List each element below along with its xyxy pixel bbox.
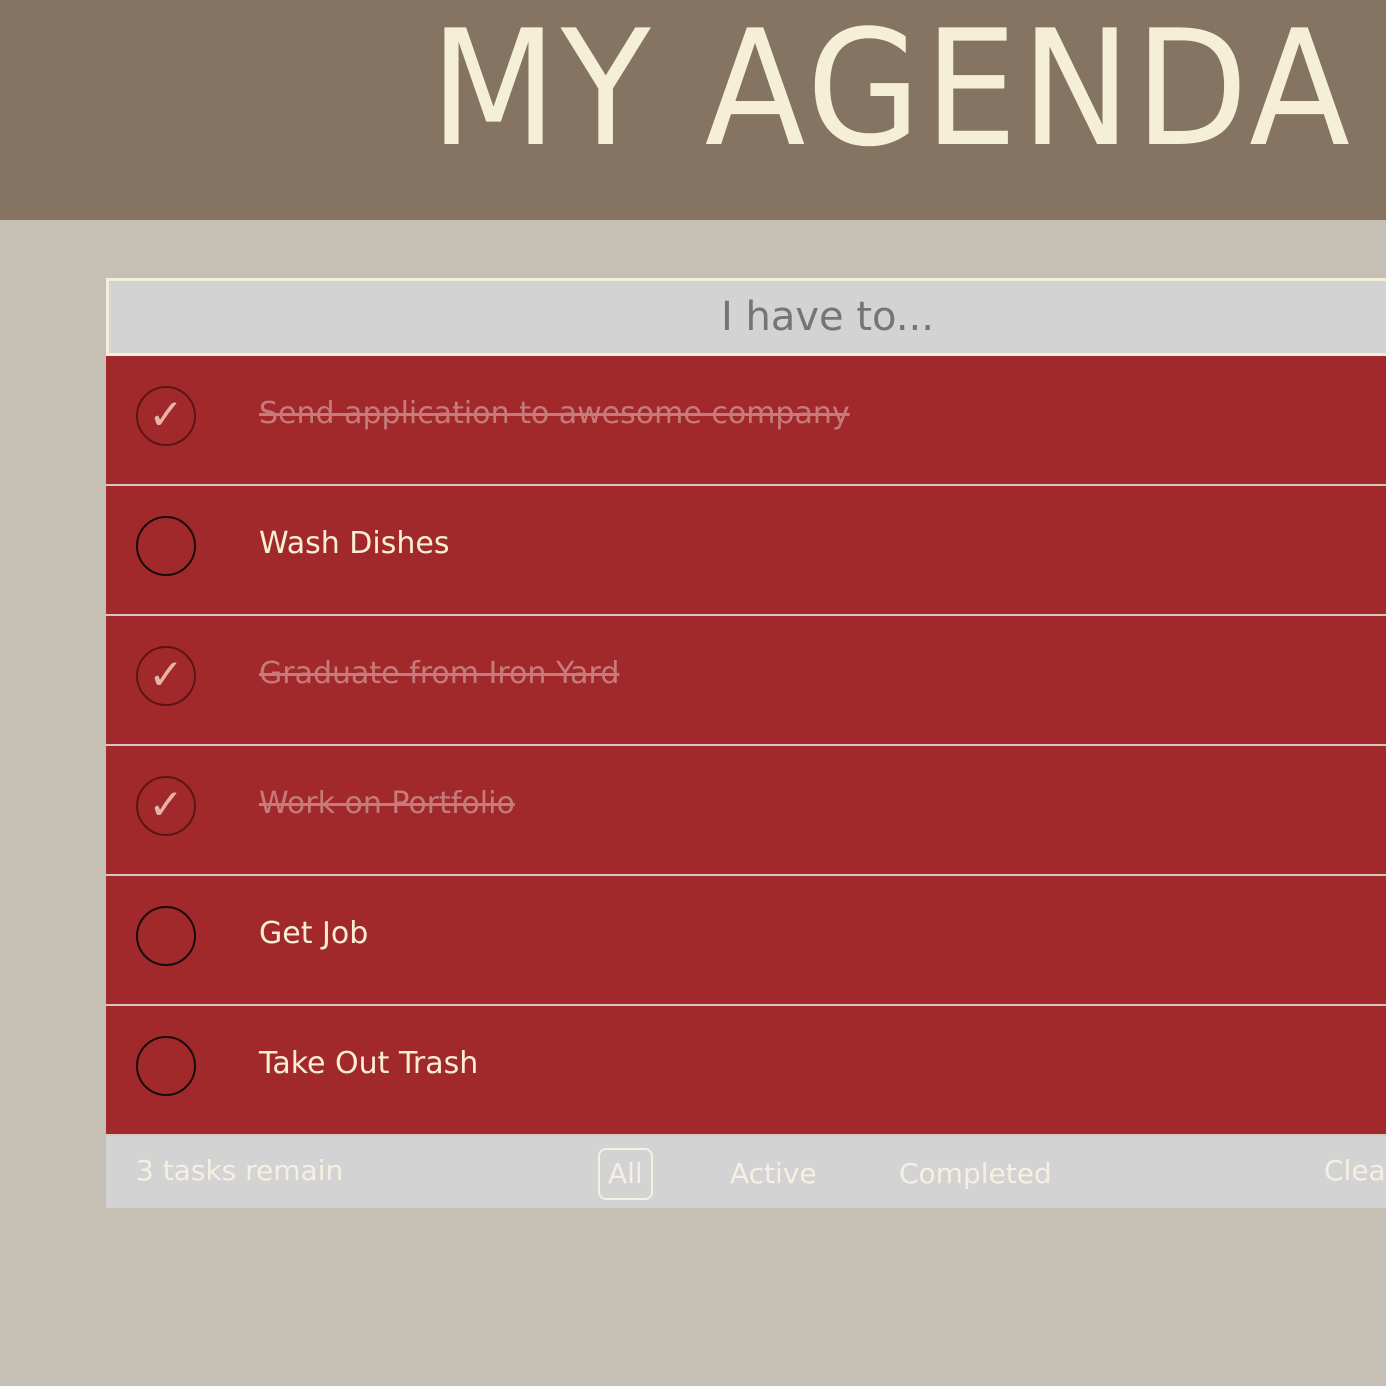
page-title-first-word: MY — [430, 0, 655, 182]
todo-toggle[interactable]: ✓ — [136, 386, 196, 446]
todo-item: ✓ Graduate from Iron Yard — [106, 616, 1386, 746]
todo-item: ✓ Work on Portfolio — [106, 746, 1386, 876]
remaining-count: 3 tasks remain — [136, 1154, 344, 1187]
todo-label[interactable]: Wash Dishes — [259, 526, 449, 561]
todo-toggle[interactable]: ✓ — [136, 776, 196, 836]
todo-list: ✓ Send application to awesome company ✓ … — [106, 356, 1386, 1136]
header-bar: MY AGENDA — [0, 0, 1386, 220]
todo-footer: 3 tasks remain All Active Completed Clea… — [106, 1136, 1386, 1208]
todo-toggle[interactable]: ✓ — [136, 906, 196, 966]
todo-label[interactable]: Take Out Trash — [259, 1046, 478, 1081]
todo-label[interactable]: Send application to awesome company — [259, 396, 850, 431]
todo-toggle[interactable]: ✓ — [136, 646, 196, 706]
todo-label[interactable]: Get Job — [259, 916, 368, 951]
todo-label[interactable]: Work on Portfolio — [259, 786, 515, 821]
todo-item: ✓ Take Out Trash — [106, 1006, 1386, 1136]
checkmark-icon: ✓ — [148, 390, 184, 439]
filter-active[interactable]: Active — [730, 1150, 817, 1198]
todo-app: ✓ Send application to awesome company ✓ … — [106, 278, 1386, 1208]
clear-completed-button[interactable]: Clear — [1324, 1154, 1386, 1187]
checkmark-icon: ✓ — [148, 780, 184, 829]
todo-item: ✓ Get Job — [106, 876, 1386, 1006]
filter-all[interactable]: All — [598, 1148, 653, 1200]
todo-toggle[interactable]: ✓ — [136, 516, 196, 576]
todo-item: ✓ Wash Dishes — [106, 486, 1386, 616]
todo-label[interactable]: Graduate from Iron Yard — [259, 656, 619, 691]
todo-item: ✓ Send application to awesome company — [106, 356, 1386, 486]
new-todo-input[interactable] — [106, 278, 1386, 356]
page-title-second-word: AGENDA — [704, 0, 1354, 182]
filter-completed[interactable]: Completed — [899, 1150, 1052, 1198]
todo-toggle[interactable]: ✓ — [136, 1036, 196, 1096]
checkmark-icon: ✓ — [148, 650, 184, 699]
page-title: MY AGENDA — [430, 4, 1354, 174]
